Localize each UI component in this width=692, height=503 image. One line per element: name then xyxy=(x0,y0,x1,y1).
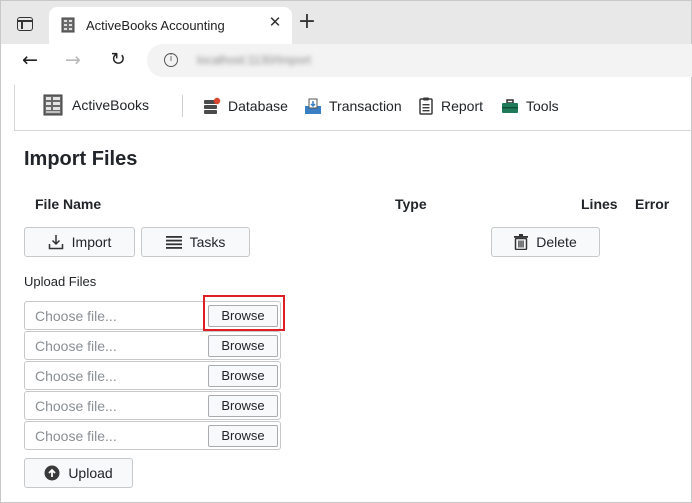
ledger-logo-icon xyxy=(43,94,63,116)
back-arrow-icon[interactable]: ← xyxy=(19,49,41,71)
menu-tools[interactable]: Tools xyxy=(501,95,559,117)
file-input-placeholder: Choose file... xyxy=(35,428,117,444)
file-input-placeholder: Choose file... xyxy=(35,398,117,414)
upload-button[interactable]: Upload xyxy=(24,458,133,488)
report-icon xyxy=(419,97,433,115)
app-viewport: ActiveBooks Database Transaction Report … xyxy=(0,77,692,503)
tasks-button-label: Tasks xyxy=(189,234,226,250)
menu-report-label: Report xyxy=(441,98,484,114)
transaction-icon xyxy=(305,98,321,114)
upload-circle-icon xyxy=(44,465,60,481)
file-input-placeholder: Choose file... xyxy=(35,308,117,324)
url-field[interactable]: i localhost:1130/Import xyxy=(147,44,692,77)
delete-button[interactable]: Delete xyxy=(491,227,600,257)
import-button[interactable]: Import xyxy=(24,227,135,257)
database-icon xyxy=(204,97,221,114)
file-input-placeholder: Choose file... xyxy=(35,338,117,354)
file-input-placeholder: Choose file... xyxy=(35,368,117,384)
browse-button-3[interactable]: Browse xyxy=(208,365,278,387)
file-input-5[interactable]: Choose file... Browse xyxy=(24,421,281,450)
column-header-file-name: File Name xyxy=(35,196,102,212)
column-header-error: Error xyxy=(635,196,670,212)
address-bar: ← → ↻ i localhost:1130/Import xyxy=(0,44,692,77)
ledger-favicon-icon xyxy=(61,17,75,33)
close-tab-icon[interactable]: ✕ xyxy=(266,14,284,32)
trash-icon xyxy=(514,234,529,250)
browse-button-2[interactable]: Browse xyxy=(208,335,278,357)
menu-transaction-label: Transaction xyxy=(329,98,402,114)
new-tab-icon[interactable]: + xyxy=(297,11,317,33)
upload-button-label: Upload xyxy=(68,465,113,481)
list-icon xyxy=(165,236,182,249)
top-navbar: ActiveBooks Database Transaction Report … xyxy=(14,85,692,131)
upload-files-label: Upload Files xyxy=(24,274,97,289)
browse-highlight-box xyxy=(203,295,285,331)
tasks-button[interactable]: Tasks xyxy=(141,227,250,257)
browser-tab[interactable]: ActiveBooks Accounting ✕ xyxy=(49,7,292,45)
brand-link[interactable]: ActiveBooks xyxy=(42,94,149,116)
file-input-3[interactable]: Choose file... Browse xyxy=(24,361,281,390)
column-header-lines: Lines xyxy=(581,196,618,212)
window-menu-icon[interactable] xyxy=(17,17,33,31)
url-text: localhost:1130/Import xyxy=(197,53,311,67)
import-button-label: Import xyxy=(71,234,112,250)
column-header-type: Type xyxy=(395,196,427,212)
menu-report[interactable]: Report xyxy=(418,95,483,117)
delete-button-label: Delete xyxy=(536,234,577,250)
file-input-4[interactable]: Choose file... Browse xyxy=(24,391,281,420)
menu-transaction[interactable]: Transaction xyxy=(304,95,402,117)
browser-tab-bar: ActiveBooks Accounting ✕ + xyxy=(0,0,692,45)
site-info-icon[interactable]: i xyxy=(164,53,178,67)
browse-button-5[interactable]: Browse xyxy=(208,425,278,447)
file-input-2[interactable]: Choose file... Browse xyxy=(24,331,281,360)
menu-tools-label: Tools xyxy=(526,98,559,114)
browse-button-4[interactable]: Browse xyxy=(208,395,278,417)
navbar-divider xyxy=(182,95,183,117)
menu-database[interactable]: Database xyxy=(203,95,288,117)
brand-label: ActiveBooks xyxy=(72,97,150,113)
page-title: Import Files xyxy=(24,148,138,170)
toolbox-icon xyxy=(502,99,518,113)
download-icon xyxy=(48,235,63,250)
reload-icon[interactable]: ↻ xyxy=(107,49,129,71)
forward-arrow-icon[interactable]: → xyxy=(62,49,84,71)
tab-title: ActiveBooks Accounting xyxy=(86,18,225,33)
menu-database-label: Database xyxy=(228,98,288,114)
